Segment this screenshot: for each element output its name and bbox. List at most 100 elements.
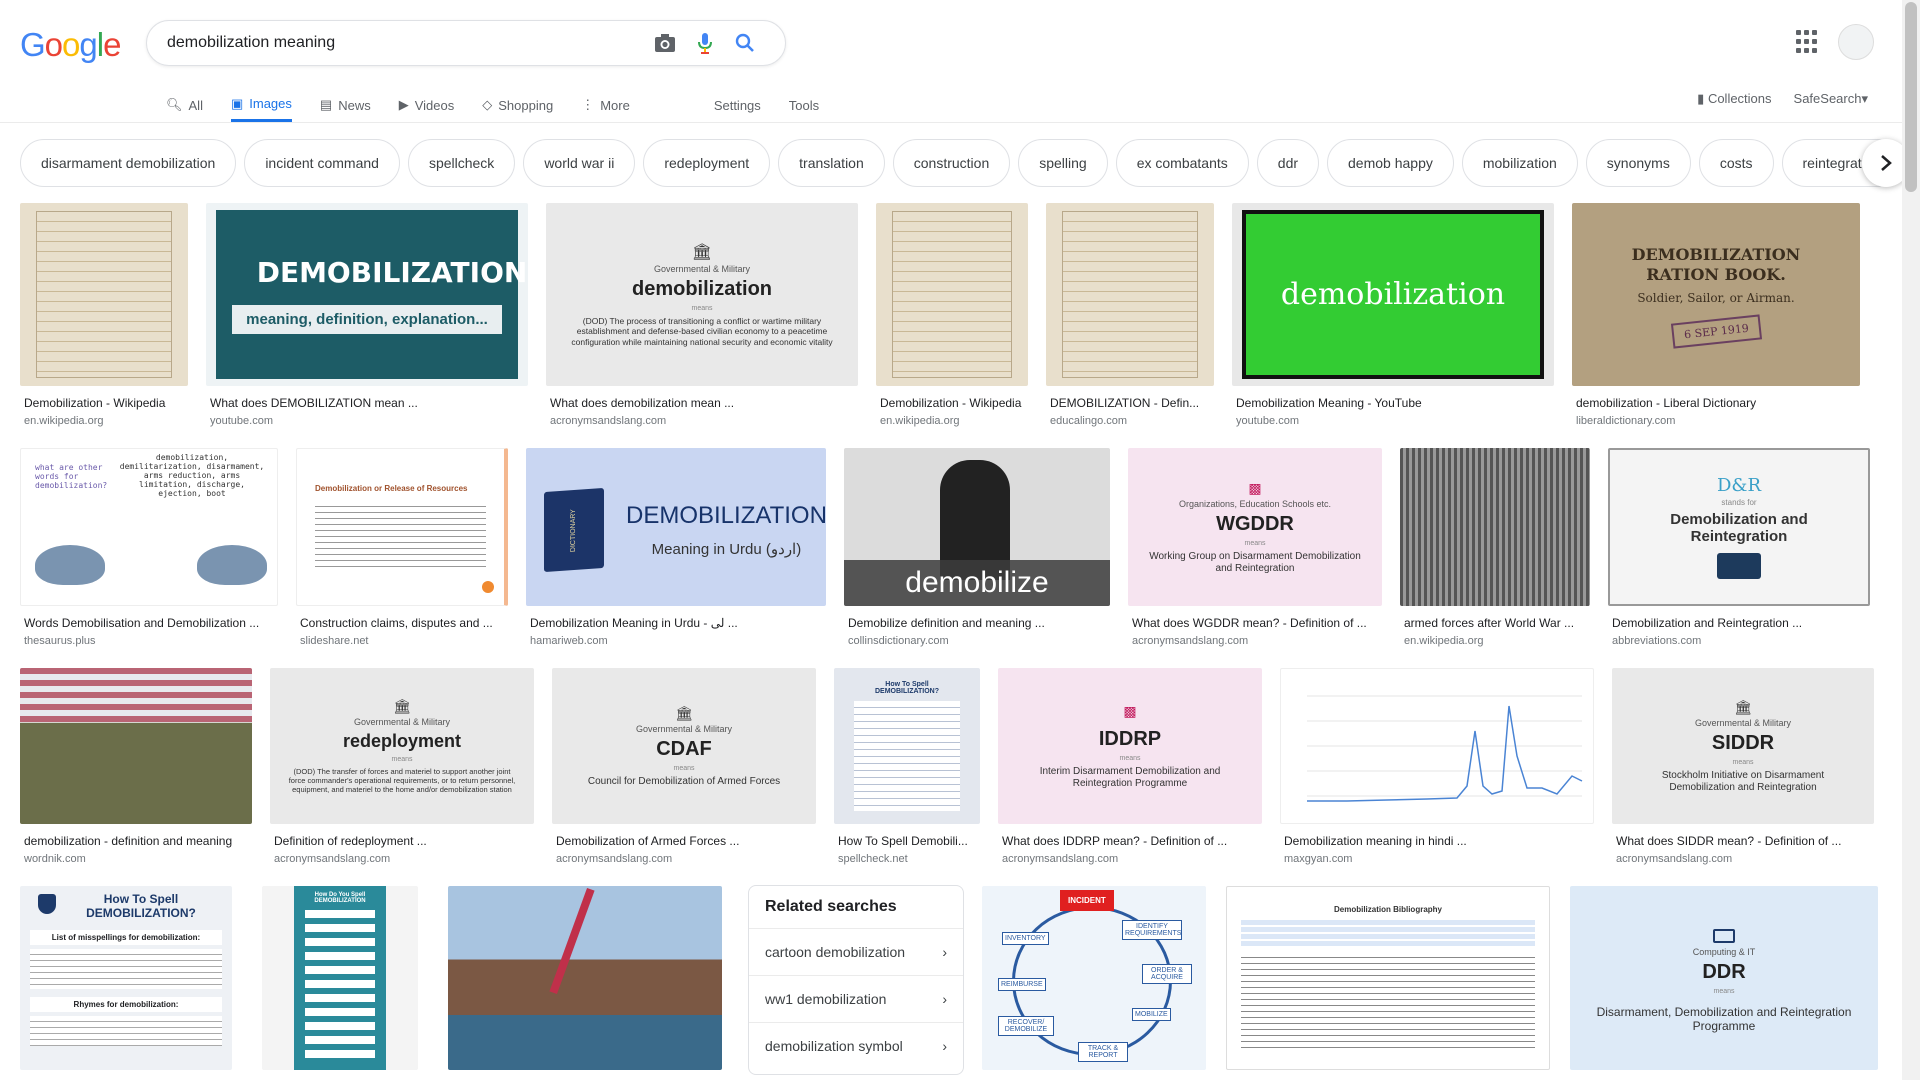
thumb-definition: (DOD) The transfer of forces and materie… [288, 767, 516, 794]
tab-news[interactable]: ▤ News [320, 88, 371, 122]
camera-icon[interactable] [645, 23, 685, 63]
microphone-icon[interactable] [685, 23, 725, 63]
result-thumbnail: How To Spell DEMOBILIZATION? [834, 668, 980, 824]
result-source: hamariweb.com [530, 635, 608, 647]
result-title: What does DEMOBILIZATION mean ... [210, 396, 418, 410]
collections-link[interactable]: ▮ Collections [1697, 91, 1771, 107]
tab-label: Shopping [498, 97, 554, 113]
chip[interactable]: costs [1698, 139, 1774, 187]
image-result[interactable]: 🏛︎ Governmental & Military SIDDR means S… [1612, 668, 1874, 865]
image-result[interactable]: DICTIONARY DEMOBILIZATION Meaning in Urd… [526, 448, 826, 647]
image-result[interactable]: Demobilization - Wikipedia en.wikipedia.… [876, 203, 1028, 427]
image-result[interactable]: How To Spell DEMOBILIZATION? How To Spel… [834, 668, 980, 865]
logo-letter: G [20, 26, 46, 63]
institution-icon: 🏛︎ [675, 704, 693, 721]
thumb-kicker: Computing & IT [1692, 946, 1756, 957]
image-result[interactable]: Demobilization meaning in hindi ... maxg… [1280, 668, 1594, 865]
chip[interactable]: construction [892, 139, 1011, 187]
image-result[interactable]: How Do You Spell DEMOBILIZATION [262, 886, 418, 1070]
chip[interactable]: redeployment [643, 139, 771, 187]
image-result[interactable]: armed forces after World War ... en.wiki… [1400, 448, 1590, 647]
settings-link[interactable]: Settings [714, 88, 761, 122]
image-result[interactable]: How To Spell DEMOBILIZATION? List of mis… [20, 886, 232, 1070]
image-result[interactable]: Computing & IT DDR means Disarmament, De… [1570, 886, 1878, 1070]
thumb-definition: Disarmament, Demobilization and Reintegr… [1596, 1004, 1852, 1033]
thumb-word: redeployment [342, 731, 462, 751]
tab-images[interactable]: ▣ Images [230, 88, 292, 122]
tab-videos[interactable]: ▶ Videos [399, 88, 455, 122]
chip[interactable]: demob happy [1327, 139, 1454, 187]
chip[interactable]: synonyms [1585, 139, 1691, 187]
thumb-means: means [1732, 758, 1754, 766]
thumb-stamp: 6 SEP 1919 [1670, 314, 1762, 349]
related-searches-box: Related searches cartoon demobilization ›… [748, 885, 964, 1075]
chip[interactable]: translation [778, 139, 885, 187]
thumb-word: SIDDR [1711, 731, 1775, 754]
search-input[interactable] [167, 34, 645, 52]
chip[interactable]: mobilization [1461, 139, 1578, 187]
result-title: demobilization - Liberal Dictionary [1576, 396, 1757, 410]
safesearch-dropdown[interactable]: SafeSearch▾ [1794, 91, 1868, 107]
image-result[interactable]: 🏛︎ Governmental & Military demobilizatio… [546, 203, 858, 427]
related-item[interactable]: cartoon demobilization › [749, 928, 963, 975]
thumb-means: means [1119, 754, 1141, 762]
diagram-label: TRACK & REPORT [1078, 1042, 1128, 1062]
chip[interactable]: ddr [1256, 139, 1320, 187]
google-logo[interactable]: Google [20, 26, 121, 64]
chevron-right-icon [1881, 155, 1892, 171]
results-row: Demobilization - Wikipedia en.wikipedia.… [20, 203, 1860, 427]
scrollbar[interactable] [1902, 0, 1920, 1080]
image-result[interactable]: demobilization Demobilization Meaning - … [1232, 203, 1554, 427]
related-item[interactable]: ww1 demobilization › [749, 975, 963, 1022]
tab-more[interactable]: ⋮ More [581, 88, 630, 122]
tools-link[interactable]: Tools [789, 88, 819, 122]
image-result[interactable]: D&R stands for Demobilization and Reinte… [1608, 448, 1870, 647]
tab-shopping[interactable]: ◇ Shopping [482, 88, 553, 122]
chevron-right-icon: › [942, 1038, 947, 1054]
thumb-kicker: Governmental & Military [635, 723, 733, 734]
image-result[interactable]: ▩ IDDRP means Interim Disarmament Demobi… [998, 668, 1262, 865]
image-result[interactable]: DEMOBILIZATION - Defin... educalingo.com [1046, 203, 1214, 427]
image-result[interactable]: demobilization - definition and meaning … [20, 668, 252, 865]
image-result[interactable]: Demobilization - Wikipedia en.wikipedia.… [20, 203, 188, 427]
result-source: liberaldictionary.com [1576, 415, 1676, 427]
tab-label: News [338, 97, 371, 113]
image-result[interactable]: DEMOBILIZATION meaning, definition, expl… [206, 203, 528, 427]
image-result[interactable]: Demobilization Bibliography [1226, 886, 1550, 1070]
search-icon[interactable] [725, 23, 765, 63]
result-thumbnail: Demobilization or Release of Resources [296, 448, 508, 606]
thumb-title: How To Spell DEMOBILIZATION? [874, 681, 940, 695]
tab-label: All [188, 97, 203, 113]
thumb-title: demobilize [905, 566, 1049, 599]
chevron-right-icon: › [942, 944, 947, 960]
image-result[interactable] [448, 886, 722, 1070]
tab-all[interactable]: 🔍︎ All [166, 88, 203, 122]
chip[interactable]: ex combatants [1115, 139, 1249, 187]
result-thumbnail [876, 203, 1028, 386]
tag-icon: ◇ [482, 97, 493, 112]
image-result[interactable]: what are other words for demobilization?… [20, 448, 278, 647]
diagram-label: INVENTORY [1002, 932, 1049, 945]
result-title: Demobilization Meaning - YouTube [1236, 396, 1422, 410]
image-result[interactable]: 🏛︎ Governmental & Military CDAF means Co… [552, 668, 816, 865]
avatar[interactable] [1838, 24, 1874, 60]
related-item[interactable]: demobilization symbol › [749, 1022, 963, 1069]
result-thumbnail: 🏛︎ Governmental & Military SIDDR means S… [1612, 668, 1874, 824]
image-result[interactable]: INCIDENT IDENTIFY REQUIREMENTS ORDER & A… [982, 886, 1206, 1070]
computer-icon [1713, 928, 1735, 943]
chip[interactable]: world war ii [523, 139, 636, 187]
chip[interactable]: spelling [1018, 139, 1108, 187]
chip[interactable]: spellcheck [407, 139, 516, 187]
image-result[interactable]: DEMOBILIZATION RATION BOOK. Soldier, Sai… [1572, 203, 1860, 427]
chip[interactable]: incident command [244, 139, 400, 187]
thumb-kicker: Governmental & Military [653, 264, 751, 275]
image-result[interactable]: ▩ Organizations, Education Schools etc. … [1128, 448, 1382, 647]
image-result[interactable]: Demobilization or Release of Resources C… [296, 448, 508, 647]
image-result[interactable]: demobilize Demobilize definition and mea… [844, 448, 1110, 647]
scrollbar-thumb[interactable] [1905, 2, 1917, 192]
image-result[interactable]: 🏛︎ Governmental & Military redeployment … [270, 668, 534, 865]
apps-grid-icon[interactable] [1796, 30, 1820, 54]
chip[interactable]: disarmament demobilization [20, 139, 237, 187]
institution-icon: 🏛︎ [393, 698, 411, 714]
results-row: what are other words for demobilization?… [20, 448, 1870, 647]
